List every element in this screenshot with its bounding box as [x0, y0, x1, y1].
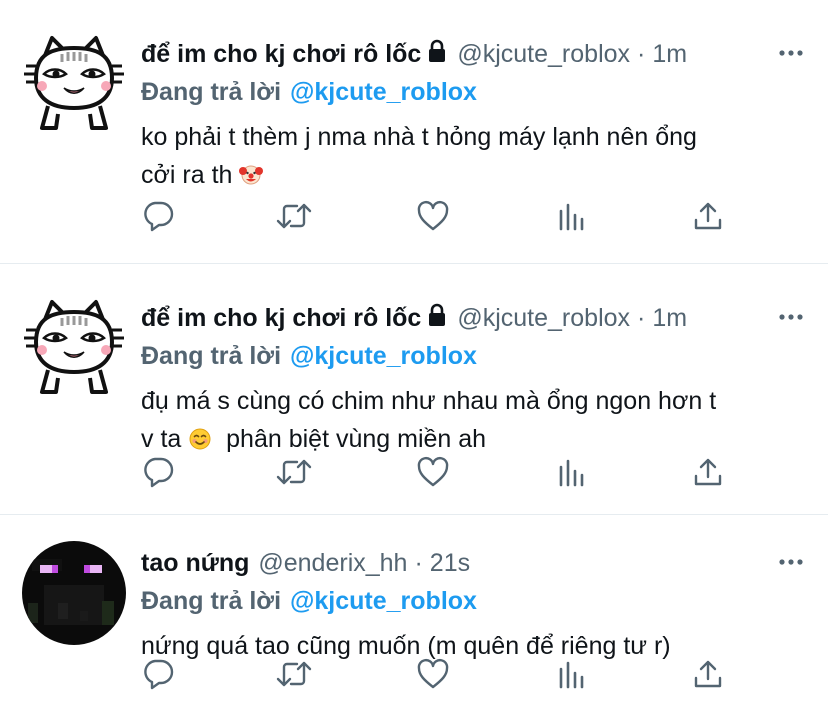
more-icon[interactable]: [776, 547, 806, 577]
replying-to: Đang trả lời @kjcute_roblox: [141, 583, 806, 619]
retweet-icon[interactable]: [274, 452, 314, 492]
tweet-actions: [138, 452, 722, 492]
replying-to-label: Đang trả lời: [141, 77, 282, 106]
display-name[interactable]: để im cho kj chơi rô lốc: [141, 40, 421, 69]
white-cat-face-avatar: [22, 36, 126, 130]
avatar[interactable]: [22, 541, 126, 645]
tweet-text: đụ má s cùng có chim như nhau mà ổng ngo…: [141, 382, 806, 462]
reply-icon[interactable]: [138, 654, 178, 694]
like-icon[interactable]: [413, 196, 453, 236]
retweet-icon[interactable]: [274, 654, 314, 694]
user-handle[interactable]: @kjcute_roblox: [457, 40, 630, 69]
tweet-item[interactable]: tao nứng @enderix_hh · 21s Đang trả lời …: [0, 515, 828, 717]
more-icon[interactable]: [776, 38, 806, 68]
display-name[interactable]: để im cho kj chơi rô lốc: [141, 304, 421, 333]
share-icon[interactable]: [688, 452, 728, 492]
like-icon[interactable]: [413, 654, 453, 694]
replying-to: Đang trả lời @kjcute_roblox: [141, 338, 806, 374]
tweet-actions: [138, 654, 722, 694]
mention-link[interactable]: @kjcute_roblox: [290, 78, 477, 107]
user-handle[interactable]: @enderix_hh: [258, 549, 407, 578]
white-cat-face-avatar: [22, 300, 126, 394]
share-icon[interactable]: [688, 654, 728, 694]
stats-icon[interactable]: [551, 196, 591, 236]
separator-dot: ·: [414, 548, 423, 577]
tweet-text: ko phải t thèm j nma nhà t hỏng máy lạnh…: [141, 118, 806, 198]
tweet-actions: [138, 196, 722, 236]
more-icon[interactable]: [776, 302, 806, 332]
stats-icon[interactable]: [551, 452, 591, 492]
tweet-text-line: ko phải t thèm j nma nhà t hỏng máy lạnh…: [141, 123, 697, 151]
tweet-item[interactable]: để im cho kj chơi rô lốc @kjcute_roblox …: [0, 264, 828, 515]
lock-icon: [427, 39, 447, 70]
mention-link[interactable]: @kjcute_roblox: [290, 587, 477, 616]
tweet-text-line: v ta: [141, 425, 182, 453]
timestamp[interactable]: 21s: [430, 549, 470, 578]
user-handle[interactable]: @kjcute_roblox: [457, 304, 630, 333]
share-icon[interactable]: [688, 196, 728, 236]
clown-face-emoji: [239, 160, 264, 198]
replying-to-label: Đang trả lời: [141, 586, 282, 615]
tweet-text-line: phân biệt vùng miền ah: [226, 425, 487, 453]
timestamp[interactable]: 1m: [652, 304, 687, 333]
reply-icon[interactable]: [138, 452, 178, 492]
timestamp[interactable]: 1m: [652, 40, 687, 69]
display-name[interactable]: tao nứng: [141, 549, 249, 578]
reply-icon[interactable]: [138, 196, 178, 236]
avatar[interactable]: [22, 292, 126, 396]
tweet-text-line: cởi ra th: [141, 161, 233, 189]
stats-icon[interactable]: [551, 654, 591, 694]
replying-to-label: Đang trả lời: [141, 341, 282, 370]
lock-icon: [427, 303, 447, 334]
separator-dot: ·: [637, 303, 646, 332]
enderman-avatar: [22, 541, 126, 645]
retweet-icon[interactable]: [274, 196, 314, 236]
like-icon[interactable]: [413, 452, 453, 492]
tweet-text-line: đụ má s cùng có chim như nhau mà ổng ngo…: [141, 387, 717, 415]
separator-dot: ·: [637, 39, 646, 68]
replying-to: Đang trả lời @kjcute_roblox: [141, 74, 806, 110]
tweet-item[interactable]: để im cho kj chơi rô lốc @kjcute_roblox …: [0, 0, 828, 264]
mention-link[interactable]: @kjcute_roblox: [290, 342, 477, 371]
avatar[interactable]: [22, 28, 126, 132]
